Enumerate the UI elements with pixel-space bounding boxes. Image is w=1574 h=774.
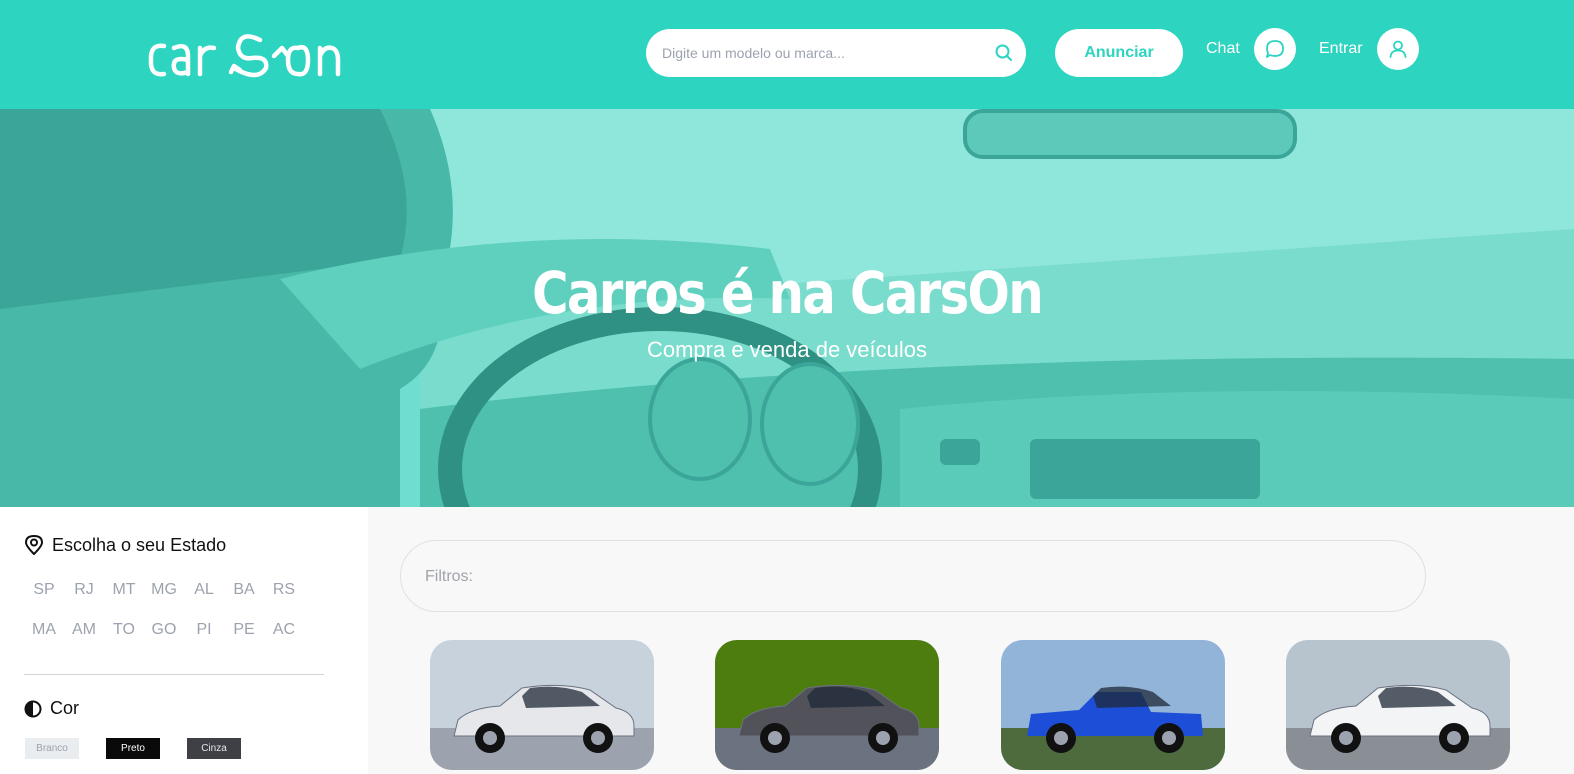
state-option[interactable]: MA [24, 620, 64, 640]
color-option-branco[interactable]: Branco [25, 738, 79, 759]
location-pin-icon [25, 535, 43, 555]
state-heading-label: Escolha o seu Estado [52, 534, 227, 555]
search-icon[interactable] [994, 43, 1014, 63]
state-option[interactable]: AL [184, 580, 224, 600]
state-option[interactable]: BA [224, 580, 264, 600]
car-card-gray-hatchback[interactable] [715, 640, 939, 770]
login-label: Entrar [1319, 40, 1363, 57]
state-option[interactable]: TO [104, 620, 144, 640]
contrast-icon [24, 700, 42, 717]
state-option[interactable]: MG [144, 580, 184, 600]
state-option[interactable]: PI [184, 620, 224, 640]
chat-link[interactable]: Chat [1206, 28, 1296, 70]
search-input[interactable] [662, 29, 982, 77]
state-option[interactable]: RJ [64, 580, 104, 600]
sidebar-divider [24, 674, 324, 675]
filters-bar[interactable]: Filtros: [400, 540, 1426, 612]
hero-title: Carros é na CarsOn [531, 259, 1044, 327]
car-photo [1001, 640, 1225, 770]
chat-bubble-icon[interactable] [1253, 28, 1296, 70]
anunciar-button[interactable]: Anunciar [1055, 29, 1183, 77]
car-photo [1286, 640, 1510, 770]
state-option[interactable]: GO [144, 620, 184, 640]
hero-banner: Carros é na CarsOn Compra e venda de veí… [0, 109, 1574, 507]
user-icon[interactable] [1376, 28, 1419, 70]
carson-logo[interactable] [148, 26, 348, 80]
state-option[interactable]: MT [104, 580, 144, 600]
color-options: Branco Preto Cinza [25, 738, 268, 759]
login-link[interactable]: Entrar [1319, 28, 1419, 70]
car-card-white-hatchback[interactable] [430, 640, 654, 770]
color-option-preto[interactable]: Preto [106, 738, 160, 759]
state-option[interactable]: PE [224, 620, 264, 640]
filters-label: Filtros: [425, 568, 473, 585]
color-heading-label: Cor [50, 698, 80, 718]
color-heading: Cor [24, 698, 79, 719]
state-list: SP RJ MT MG AL BA RS MA AM TO GO PI PE A… [24, 580, 304, 640]
car-photo [430, 640, 654, 770]
car-photo [715, 640, 939, 770]
filter-sidebar: Escolha o seu Estado SP RJ MT MG AL BA R… [0, 507, 368, 774]
search-bar [646, 29, 1026, 77]
state-heading: Escolha o seu Estado [24, 534, 226, 556]
car-card-white-sedan[interactable] [1286, 640, 1510, 770]
state-option[interactable]: SP [24, 580, 64, 600]
hero-subtitle: Compra e venda de veículos [646, 337, 928, 362]
car-card-blue-pickup[interactable] [1001, 640, 1225, 770]
chat-label: Chat [1206, 40, 1240, 57]
state-option[interactable]: RS [264, 580, 304, 600]
main-content: Filtros: [368, 507, 1574, 774]
state-option[interactable]: AM [64, 620, 104, 640]
state-option[interactable]: AC [264, 620, 304, 640]
color-option-cinza[interactable]: Cinza [187, 738, 241, 759]
top-header: Anunciar Chat Entrar [0, 0, 1574, 109]
